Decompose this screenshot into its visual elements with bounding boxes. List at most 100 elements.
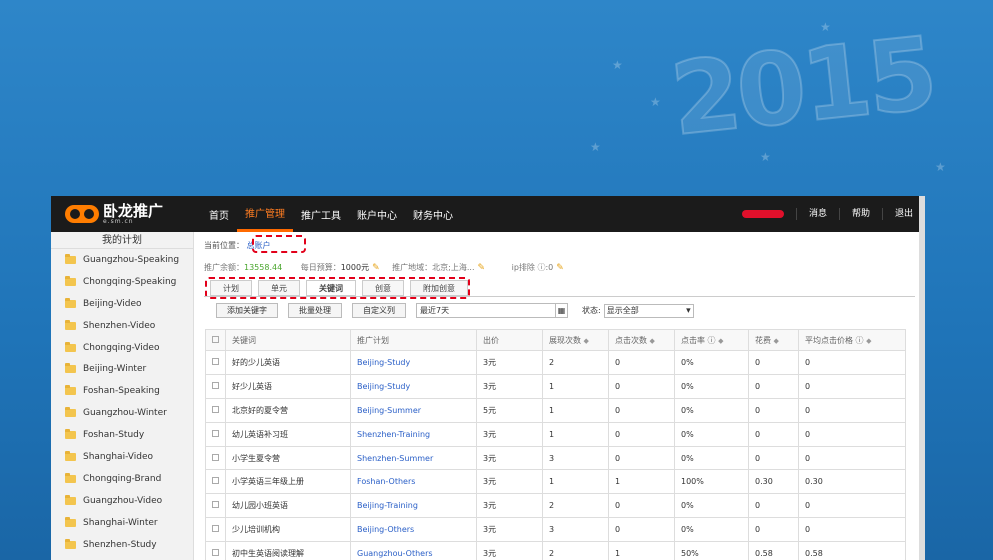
table-cell[interactable]: 3元 [476, 350, 543, 375]
table-cell[interactable]: 3元 [476, 493, 543, 519]
add-keyword-button[interactable]: 添加关键字 [216, 303, 278, 318]
nav-account-center[interactable]: 账户中心 [349, 196, 405, 232]
sidebar-item[interactable]: Guangzhou-Winter [51, 402, 193, 424]
sidebar-item[interactable]: Beijing-Winter [51, 358, 193, 380]
sidebar-item[interactable]: Guangzhou-Video [51, 490, 193, 512]
edit-region-pencil-icon[interactable]: ✎ [478, 263, 486, 273]
row-checkbox[interactable] [205, 421, 226, 447]
col-clicks[interactable]: 点击次数 ◆ [608, 329, 675, 351]
sidebar-item[interactable]: Shanghai-Winter [51, 512, 193, 534]
row-checkbox[interactable] [205, 350, 226, 375]
sidebar-item-label: Shanghai-Video [83, 451, 154, 462]
balance-value: 13558.44 [244, 263, 283, 272]
sidebar-item-label: Beijing-Video [83, 298, 142, 309]
date-range-input[interactable]: 最近7天 [416, 303, 556, 318]
table-row[interactable]: 幼儿园小班英语 Beijing-Training 3元 2 0 0% 0 0 [205, 493, 906, 519]
table-cell[interactable]: 3元 [476, 373, 543, 399]
folder-icon [65, 516, 76, 527]
sidebar-item[interactable]: Beijing-Video [51, 293, 193, 315]
table-row[interactable]: 初中生英语阅读理解 Guangzhou-Others 3元 2 1 50% 0.58 0.58 [205, 541, 906, 560]
table-cell[interactable]: Shenzhen-Summer [350, 445, 477, 471]
sidebar-item[interactable]: Shanghai-Video [51, 446, 193, 468]
user-name-redacted[interactable] [741, 210, 784, 218]
sidebar-item[interactable]: Foshan-Study [51, 424, 193, 446]
sidebar-item-label: Chongqing-Brand [83, 473, 162, 484]
table-cell[interactable]: 3元 [476, 517, 543, 543]
table-row[interactable]: 小学英语三年级上册 Foshan-Others 3元 1 1 100% 0.30 0.30 [205, 469, 906, 495]
table-cell[interactable]: 3元 [476, 541, 543, 560]
sidebar-item[interactable]: Shenzhen-Study [51, 534, 193, 556]
highlight-box-breadcrumb [252, 235, 306, 253]
col-impressions[interactable]: 展现次数 ◆ [542, 329, 609, 351]
table-row[interactable]: 好的少儿英语 Beijing-Study 3元 2 0 0% 0 0 [205, 350, 906, 375]
page-scrollbar[interactable] [919, 196, 925, 560]
star-icon: ★ [650, 95, 661, 109]
row-checkbox[interactable] [205, 397, 226, 423]
edit-budget-pencil-icon[interactable]: ✎ [372, 263, 380, 273]
table-cell[interactable]: Beijing-Study [350, 373, 477, 399]
table-cell[interactable]: Beijing-Summer [350, 397, 477, 423]
table-cell[interactable]: 3元 [476, 445, 543, 471]
table-cell: 0.30 [748, 469, 799, 495]
col-ctr[interactable]: 点击率 ⓘ ◆ [674, 329, 749, 351]
sidebar-item[interactable]: Guangzhou-Speaking [51, 249, 193, 271]
messages-link[interactable]: 消息 [795, 208, 839, 220]
table-cell: 幼儿英语补习班 [225, 421, 351, 447]
top-bar: 卧龙推广 e.sm.cn 首页 推广管理 推广工具 账户中心 财务中心 消息 帮… [51, 196, 925, 232]
table-cell[interactable]: 3元 [476, 469, 543, 495]
keyword-toolbar: 添加关键字 批量处理 自定义列 最近7天 ▦ 状态: 显示全部 [216, 303, 694, 318]
sort-icon: ◆ [866, 336, 872, 345]
sidebar-item[interactable]: Chongqing-Brand [51, 468, 193, 490]
table-cell[interactable]: Guangzhou-Others [350, 541, 477, 560]
sidebar-item[interactable]: Foshan-Speaking [51, 380, 193, 402]
col-avg-cpc[interactable]: 平均点击价格 ⓘ ◆ [798, 329, 906, 351]
logo-name: 卧龙推广 [103, 201, 164, 220]
batch-process-button[interactable]: 批量处理 [288, 303, 342, 318]
table-row[interactable]: 幼儿英语补习班 Shenzhen-Training 3元 1 0 0% 0 0 [205, 421, 906, 447]
calendar-icon[interactable]: ▦ [556, 303, 568, 318]
row-checkbox[interactable] [205, 517, 226, 543]
sidebar-item[interactable]: Chongqing-Video [51, 337, 193, 359]
sidebar-item[interactable]: Shenzhen-Video [51, 315, 193, 337]
sidebar-item-label: Foshan-Speaking [83, 386, 160, 397]
nav-promotion-management[interactable]: 推广管理 [237, 196, 293, 232]
table-cell: 0% [674, 445, 749, 471]
help-link[interactable]: 帮助 [838, 208, 882, 220]
table-cell[interactable]: Beijing-Others [350, 517, 477, 543]
logo[interactable]: 卧龙推广 e.sm.cn [51, 201, 201, 225]
table-cell: 0 [748, 397, 799, 423]
sidebar-item-label: Chongqing-Video [83, 342, 160, 353]
sidebar-item-label: Shanghai-Winter [83, 517, 158, 528]
nav-home[interactable]: 首页 [201, 196, 237, 232]
table-row[interactable]: 好少儿英语 Beijing-Study 3元 1 0 0% 0 0 [205, 373, 906, 399]
table-cell: 0 [748, 350, 799, 375]
sidebar-item[interactable]: Chongqing-Speaking [51, 271, 193, 293]
table-cell[interactable]: 5元 [476, 397, 543, 423]
table-cell: 1 [542, 373, 609, 399]
table-cell[interactable]: Beijing-Training [350, 493, 477, 519]
row-checkbox[interactable] [205, 373, 226, 399]
custom-columns-button[interactable]: 自定义列 [352, 303, 406, 318]
table-cell[interactable]: Beijing-Study [350, 350, 477, 375]
nav-finance-center[interactable]: 财务中心 [405, 196, 461, 232]
table-cell: 0.58 [748, 541, 799, 560]
nav-promotion-tools[interactable]: 推广工具 [293, 196, 349, 232]
table-cell[interactable]: Foshan-Others [350, 469, 477, 495]
table-row[interactable]: 北京好的夏令营 Beijing-Summer 5元 1 0 0% 0 0 [205, 397, 906, 423]
col-cost[interactable]: 花费 ◆ [748, 329, 799, 351]
table-cell: 0 [798, 373, 906, 399]
table-cell: 0 [798, 421, 906, 447]
table-cell[interactable]: Shenzhen-Training [350, 421, 477, 447]
select-all-checkbox[interactable] [205, 329, 226, 351]
status-select[interactable]: 显示全部 [603, 303, 694, 318]
edit-ip-pencil-icon[interactable]: ✎ [556, 263, 564, 273]
star-icon: ★ [820, 20, 831, 34]
table-row[interactable]: 小学生夏令营 Shenzhen-Summer 3元 3 0 0% 0 0 [205, 445, 906, 471]
row-checkbox[interactable] [205, 493, 226, 519]
table-cell[interactable]: 3元 [476, 421, 543, 447]
row-checkbox[interactable] [205, 541, 226, 560]
star-icon: ★ [590, 140, 601, 154]
row-checkbox[interactable] [205, 469, 226, 495]
table-row[interactable]: 少儿培训机构 Beijing-Others 3元 3 0 0% 0 0 [205, 517, 906, 543]
row-checkbox[interactable] [205, 445, 226, 471]
